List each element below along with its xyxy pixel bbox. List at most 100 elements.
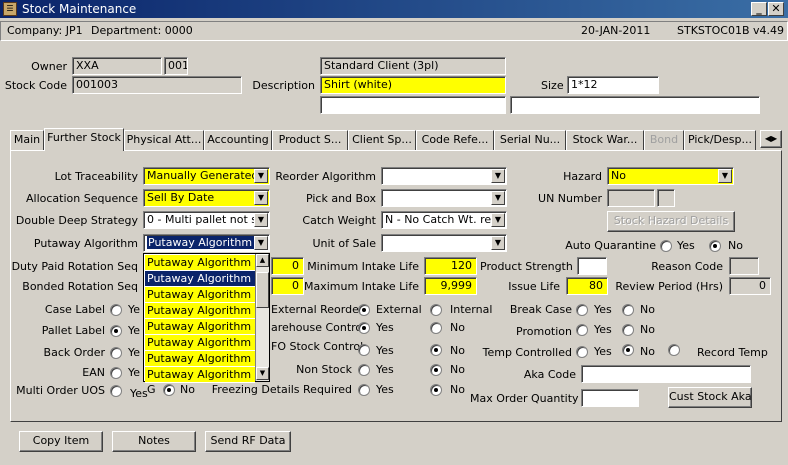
back-order-yes-radio[interactable] — [110, 347, 122, 359]
minimize-button[interactable]: _ — [751, 2, 767, 16]
freezing-no-radio[interactable] — [430, 384, 442, 396]
temp-controlled-yes-radio[interactable] — [576, 346, 588, 358]
break-case-label: Break Case — [509, 303, 572, 316]
tab-pick-despatch[interactable]: Pick/Desp... — [684, 130, 756, 150]
aka-code-label: Aka Code — [523, 368, 576, 381]
un-number-suffix-field[interactable] — [657, 189, 675, 207]
list-item[interactable]: Putaway Algorithm 1 — [145, 255, 255, 284]
list-item[interactable]: Putaway Algorithm C — [145, 303, 255, 332]
company-text: Company: JP1 — [7, 24, 83, 37]
send-rf-data-button[interactable]: Send RF Data — [205, 431, 291, 452]
chevron-down-icon: ▼ — [491, 213, 505, 227]
chevron-down-icon: ▼ — [491, 169, 505, 183]
list-item[interactable]: Putaway Algorithm G — [145, 367, 255, 396]
scroll-thumb[interactable] — [256, 272, 269, 308]
external-option-text: External — [376, 303, 422, 316]
list-item[interactable]: Putaway Algorithm F — [145, 351, 255, 380]
ean-yes-radio[interactable] — [110, 367, 122, 379]
list-item[interactable]: Putaway Algorithm A — [145, 271, 255, 300]
max-order-quantity-field[interactable] — [581, 389, 639, 407]
max-intake-life-field[interactable]: 9,999 — [424, 277, 477, 295]
unit-of-sale-select[interactable]: ▼ — [381, 234, 507, 252]
case-label-label: Case Label — [44, 303, 105, 316]
warehouse-control-no-radio[interactable] — [430, 322, 442, 334]
putaway-dropdown-list[interactable]: Putaway Algorithm 1 Putaway Algorithm A … — [143, 253, 270, 396]
temp-controlled-no-radio[interactable] — [622, 344, 634, 356]
non-stock-yes-radio[interactable] — [358, 364, 370, 376]
warehouse-control-yes-radio[interactable] — [358, 322, 370, 334]
reorder-algorithm-select[interactable]: ▼ — [381, 167, 507, 185]
multi-order-yes-radio[interactable] — [110, 385, 122, 397]
pallet-label-yes-radio[interactable] — [110, 325, 122, 337]
product-strength-field[interactable] — [577, 257, 607, 275]
un-number-label: UN Number — [538, 192, 602, 205]
chevron-down-icon: ▼ — [491, 236, 505, 250]
min-intake-life-field[interactable]: 120 — [424, 257, 477, 275]
tab-stock-warehouse[interactable]: Stock War... — [566, 130, 644, 150]
copy-item-button[interactable]: Copy Item — [19, 431, 103, 452]
case-label-yes-radio[interactable] — [110, 304, 122, 316]
external-reorder-internal-radio[interactable] — [430, 304, 442, 316]
break-case-yes-radio[interactable] — [576, 304, 588, 316]
list-item[interactable]: Putaway Algorithm B — [145, 287, 255, 316]
auto-quarantine-yes-radio[interactable] — [660, 240, 672, 252]
freezing-yes-radio[interactable] — [358, 384, 370, 396]
tab-main[interactable]: Main — [10, 130, 44, 150]
hazard-label: Hazard — [563, 170, 602, 183]
non-stock-no-radio[interactable] — [430, 364, 442, 376]
description-line2-field[interactable] — [320, 96, 506, 114]
close-button[interactable]: ✕ — [768, 2, 784, 16]
issue-life-field[interactable]: 80 — [566, 277, 608, 295]
aka-code-field[interactable] — [581, 365, 751, 383]
issue-life-label: Issue Life — [508, 280, 560, 293]
stock-code-field[interactable]: 001003 — [72, 76, 242, 94]
auto-q-yes-text: Yes — [677, 239, 695, 252]
case-label-yes-text: Ye — [128, 303, 141, 316]
catch-weight-select[interactable]: N - No Catch Wt. re... ▼ — [381, 211, 507, 229]
reason-code-field[interactable] — [729, 257, 759, 275]
auto-q-no-text: No — [728, 239, 743, 252]
non-stock-yes-text: Yes — [376, 363, 394, 376]
un-number-field[interactable] — [607, 189, 655, 207]
fo-no-text: No — [450, 344, 465, 357]
list-item[interactable]: Putaway Algorithm E — [145, 335, 255, 364]
owner-code-field[interactable]: 001 — [164, 57, 188, 75]
allocation-sequence-select[interactable]: Sell By Date ▼ — [143, 189, 270, 207]
multi-order-no-radio[interactable] — [163, 384, 175, 396]
window-title: Stock Maintenance — [22, 2, 137, 16]
chevron-down-icon: ▼ — [718, 169, 732, 183]
tab-further-stock[interactable]: Further Stock — [44, 128, 124, 151]
scroll-down-icon[interactable]: ▼ — [256, 367, 269, 380]
pick-box-select[interactable]: ▼ — [381, 189, 507, 207]
owner-field[interactable]: XXA — [72, 57, 162, 75]
promotion-yes-radio[interactable] — [576, 324, 588, 336]
double-deep-select[interactable]: 0 - Multi pallet not s... ▼ — [143, 211, 270, 229]
description-field[interactable]: Shirt (white) — [320, 76, 506, 94]
description-line3-field[interactable] — [510, 96, 760, 114]
putaway-algorithm-select[interactable]: Putaway Algorithm A ▼ — [143, 234, 270, 252]
hazard-select[interactable]: No ▼ — [607, 167, 734, 185]
fo-stock-yes-radio[interactable] — [358, 344, 370, 356]
tab-client-sp[interactable]: Client Sp... — [348, 130, 416, 150]
scroll-up-icon[interactable]: ▲ — [256, 254, 269, 267]
notes-button[interactable]: Notes — [112, 431, 196, 452]
tab-scroll-arrows-icon[interactable]: ◀▶ — [760, 130, 782, 148]
size-field[interactable]: 1*12 — [567, 76, 659, 94]
tab-serial-numbers[interactable]: Serial Nu... — [494, 130, 566, 150]
tab-physical-attributes[interactable]: Physical Att... — [124, 130, 204, 150]
external-reorder-external-radio[interactable] — [358, 304, 370, 316]
review-period-field[interactable]: 0 — [729, 277, 771, 295]
dropdown-scrollbar[interactable]: ▲ ▼ — [255, 254, 269, 381]
putaway-algorithm-label: Putaway Algorithm — [33, 237, 138, 250]
lot-traceability-select[interactable]: Manually Generated ▼ — [143, 167, 270, 185]
tab-code-references[interactable]: Code Refe... — [416, 130, 494, 150]
promotion-no-radio[interactable] — [622, 324, 634, 336]
auto-quarantine-no-radio[interactable] — [709, 240, 721, 252]
cust-stock-aka-button[interactable]: Cust Stock Aka — [668, 387, 752, 408]
fo-stock-no-radio[interactable] — [430, 344, 442, 356]
record-temp-radio[interactable] — [668, 344, 680, 356]
tab-product-s[interactable]: Product S... — [272, 130, 348, 150]
tab-accounting[interactable]: Accounting — [204, 130, 272, 150]
break-case-no-radio[interactable] — [622, 304, 634, 316]
list-item[interactable]: Putaway Algorithm D — [145, 319, 255, 348]
